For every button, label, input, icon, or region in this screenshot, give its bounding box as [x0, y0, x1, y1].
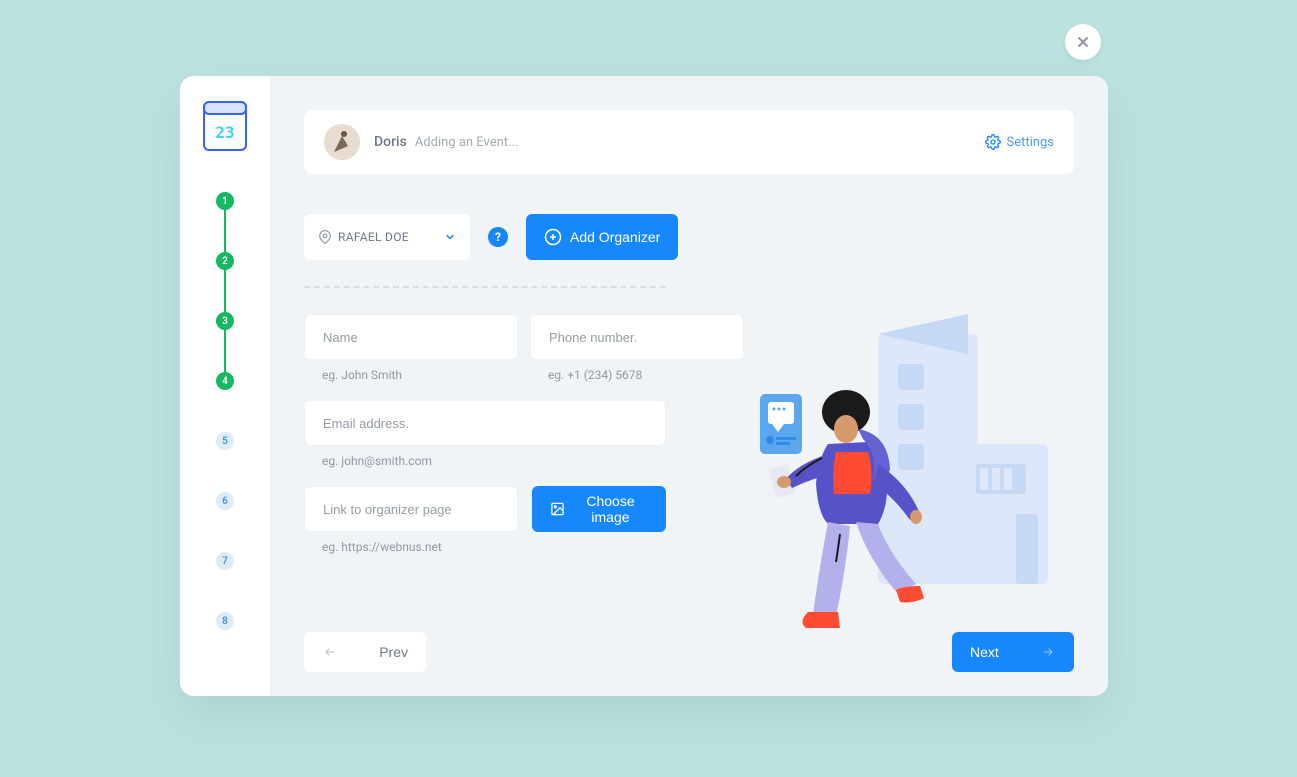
close-button[interactable]: [1065, 24, 1101, 60]
step-5[interactable]: 5: [216, 432, 234, 450]
organizer-form: eg. John Smith eg. +1 (234) 5678 eg. joh…: [304, 314, 666, 564]
header-card: Doris Adding an Event... Settings: [304, 110, 1074, 174]
calendar-logo-icon: 23: [202, 100, 248, 152]
add-organizer-button[interactable]: Add Organizer: [526, 214, 678, 260]
close-icon: [1075, 34, 1091, 50]
link-hint: eg. https://webnus.net: [322, 540, 666, 554]
organizer-select[interactable]: RAFAEL DOE: [304, 214, 470, 260]
add-organizer-label: Add Organizer: [570, 229, 660, 245]
step-2[interactable]: 2: [216, 252, 234, 270]
illustration: [728, 284, 1048, 644]
choose-image-label: Choose image: [573, 493, 648, 525]
prev-button[interactable]: Prev: [304, 632, 426, 672]
arrow-right-icon: [1040, 646, 1056, 658]
link-input[interactable]: [304, 486, 518, 532]
chevron-down-icon: [444, 231, 456, 243]
name-input[interactable]: [304, 314, 518, 360]
divider: [304, 286, 666, 288]
step-8[interactable]: 8: [216, 612, 234, 630]
prev-label: Prev: [379, 644, 408, 660]
step-3[interactable]: 3: [216, 312, 234, 330]
step-1[interactable]: 1: [216, 192, 234, 210]
step-line-done: [224, 201, 226, 381]
step-7[interactable]: 7: [216, 552, 234, 570]
image-icon: [550, 500, 565, 518]
svg-text:23: 23: [215, 123, 234, 142]
plus-circle-icon: [544, 228, 562, 246]
sidebar: 23 1 2 3 4 5 6 7 8: [180, 76, 270, 696]
settings-button[interactable]: Settings: [985, 134, 1054, 150]
arrow-left-icon: [322, 646, 338, 658]
name-hint: eg. John Smith: [322, 368, 518, 382]
next-button[interactable]: Next: [952, 632, 1074, 672]
step-indicator: 1 2 3 4 5 6 7 8: [216, 192, 234, 672]
wizard-modal: 23 1 2 3 4 5 6 7 8 Doris Adding an Event…: [180, 76, 1108, 696]
gear-icon: [985, 134, 1001, 150]
wizard-footer: Prev Next: [304, 632, 1074, 672]
step-6[interactable]: 6: [216, 492, 234, 510]
settings-label: Settings: [1007, 135, 1054, 150]
email-hint: eg. john@smith.com: [322, 454, 666, 468]
username: Doris: [374, 134, 407, 150]
help-button[interactable]: ?: [488, 227, 508, 247]
user-avatar: [324, 124, 360, 160]
phone-hint: eg. +1 (234) 5678: [548, 368, 744, 382]
main-content: Doris Adding an Event... Settings RAFAEL…: [270, 76, 1108, 696]
organizer-select-value: RAFAEL DOE: [338, 230, 409, 244]
pin-icon: [318, 230, 332, 244]
email-input[interactable]: [304, 400, 666, 446]
next-label: Next: [970, 644, 999, 660]
step-4[interactable]: 4: [216, 372, 234, 390]
header-subtitle: Adding an Event...: [415, 135, 519, 150]
phone-input[interactable]: [530, 314, 744, 360]
choose-image-button[interactable]: Choose image: [532, 486, 666, 532]
